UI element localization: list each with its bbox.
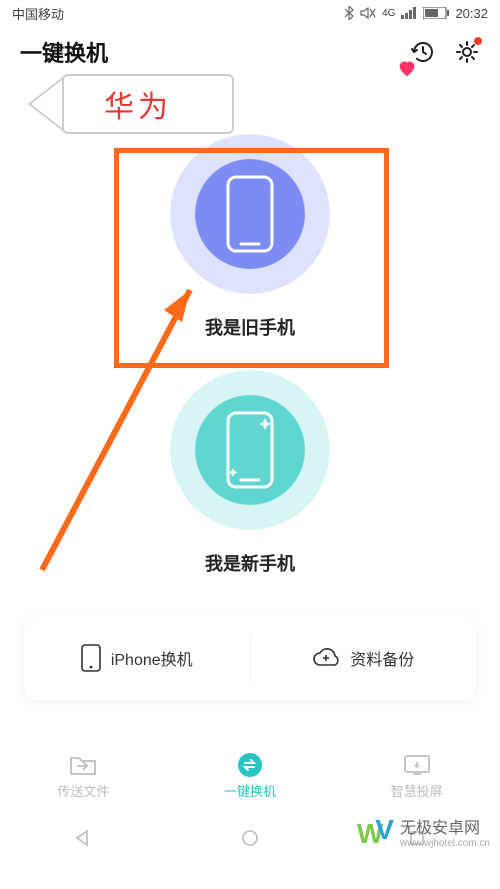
old-phone-circle	[170, 134, 330, 294]
phone-outline-icon	[225, 174, 275, 254]
new-phone-label: 我是新手机	[205, 550, 295, 576]
iphone-transfer-label: iPhone换机	[111, 646, 193, 670]
status-icons: 4G 20:32	[344, 6, 488, 21]
callout-text: 华为	[62, 74, 234, 134]
folder-send-icon	[69, 753, 97, 777]
app-header: 一键换机	[0, 26, 500, 74]
watermark-logo: W V	[357, 818, 394, 846]
new-phone-circle	[170, 370, 330, 530]
tab-cast-label: 智慧投屏	[391, 781, 443, 800]
history-button[interactable]	[410, 39, 436, 65]
network-label: 4G	[382, 8, 395, 19]
tab-send-files[interactable]: 传送文件	[0, 741, 167, 811]
watermark-text: 无极安卓网	[400, 814, 490, 838]
cloud-plus-icon	[312, 647, 340, 669]
settings-button[interactable]	[454, 39, 480, 65]
tab-screen-cast[interactable]: 智慧投屏	[333, 741, 500, 811]
carrier-label: 中国移动	[12, 4, 64, 23]
watermark: W V 无极安卓网 www.wjhotel.com.cn	[357, 814, 490, 849]
swap-icon	[236, 753, 264, 777]
iphone-icon	[81, 644, 101, 672]
battery-icon	[423, 7, 449, 19]
clock: 20:32	[455, 6, 488, 21]
signal-icon	[401, 7, 417, 19]
triangle-back-icon	[74, 829, 92, 847]
backup-button[interactable]: 资料备份	[251, 616, 477, 700]
circle-home-icon	[241, 829, 259, 847]
page-title: 一键换机	[20, 36, 108, 68]
backup-label: 资料备份	[350, 646, 414, 670]
nav-back[interactable]	[53, 823, 113, 853]
new-phone-option[interactable]: 我是新手机	[170, 370, 330, 576]
annotation-callout: 华为	[62, 74, 234, 134]
tab-switch-label: 一键换机	[224, 781, 276, 800]
tab-send-label: 传送文件	[57, 781, 109, 800]
notification-dot	[474, 37, 482, 45]
cast-icon	[403, 753, 431, 777]
old-phone-option[interactable]: 我是旧手机	[170, 134, 330, 340]
nav-home[interactable]	[220, 823, 280, 853]
tab-phone-switch[interactable]: 一键换机	[167, 741, 334, 811]
phone-sparkle-icon	[225, 410, 275, 490]
status-bar: 中国移动 4G 20:32	[0, 0, 500, 26]
mute-icon	[360, 6, 376, 20]
tab-bar: 传送文件 一键换机 智慧投屏	[0, 741, 500, 811]
bottom-actions-card: iPhone换机 资料备份	[24, 616, 476, 700]
watermark-url: www.wjhotel.com.cn	[400, 838, 490, 849]
old-phone-label: 我是旧手机	[205, 314, 295, 340]
bluetooth-icon	[344, 6, 354, 20]
iphone-transfer-button[interactable]: iPhone换机	[24, 616, 250, 700]
